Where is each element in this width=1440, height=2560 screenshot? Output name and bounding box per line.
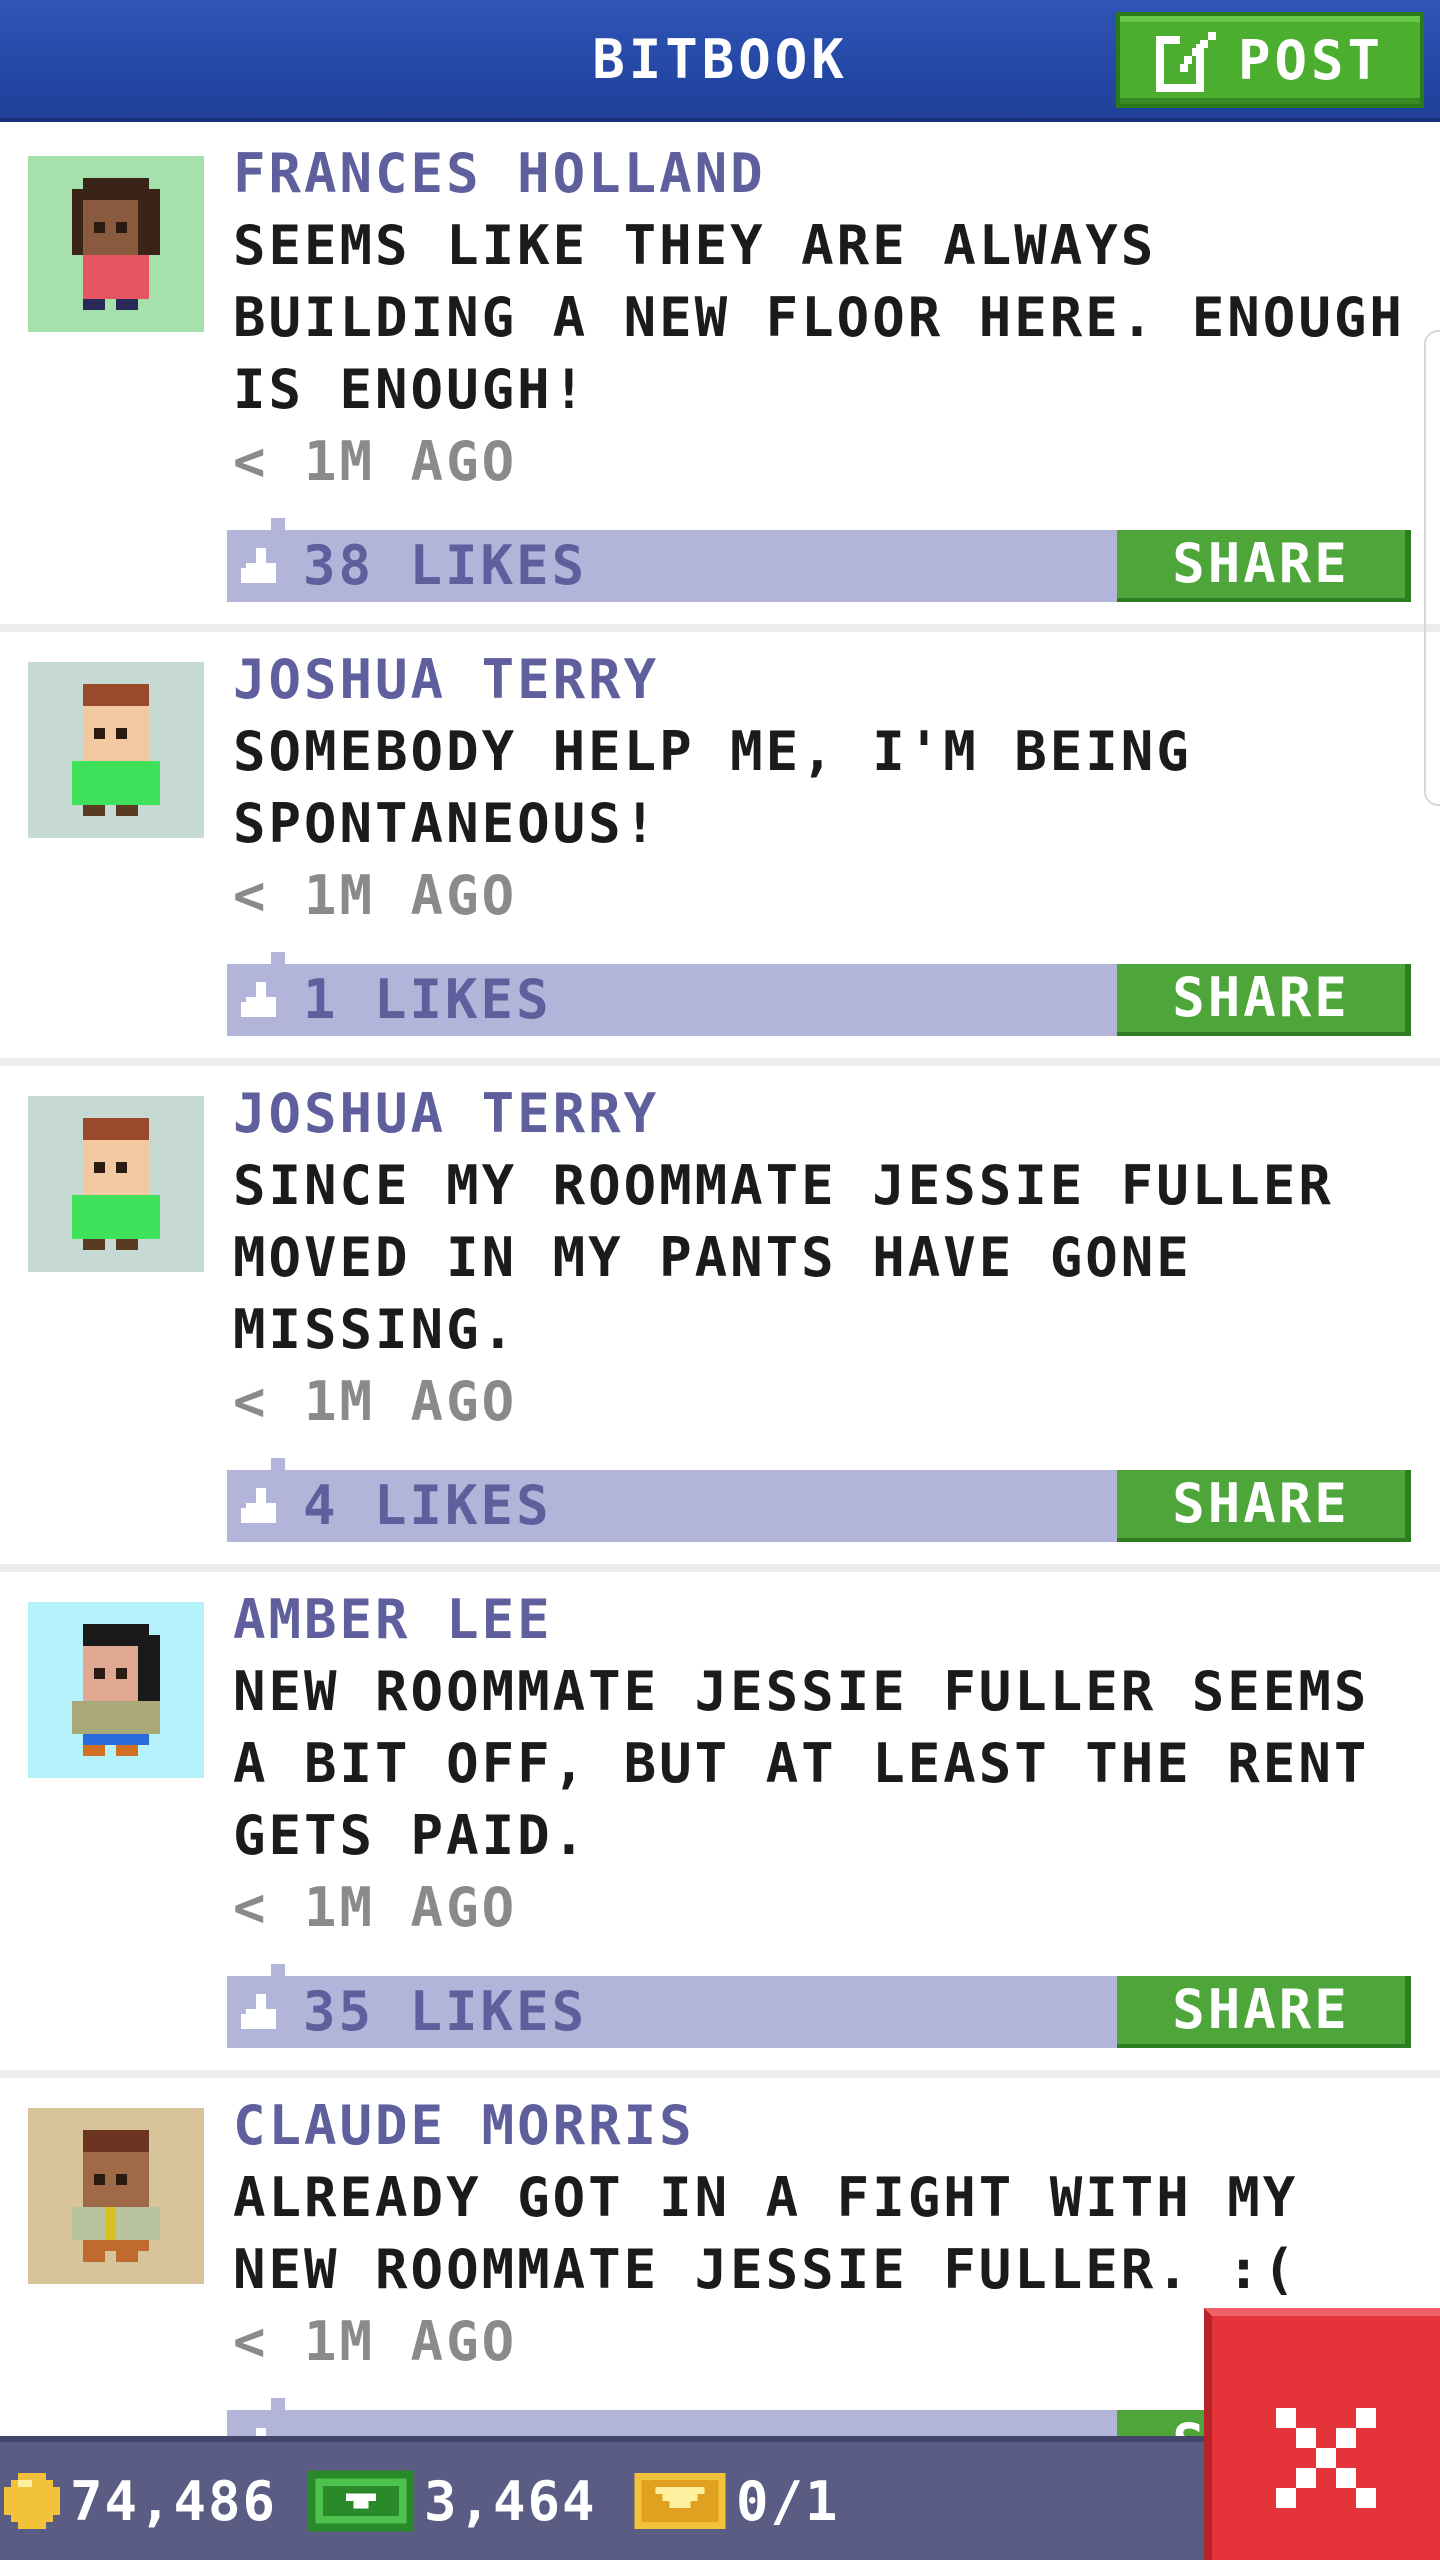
like-bar[interactable]: 4 LIKES SHARE	[227, 1458, 1411, 1542]
post-message: SEEMS LIKE THEY ARE ALWAYS BUILDING A NE…	[233, 214, 1405, 421]
tickets-stat: 0/1	[634, 2442, 840, 2560]
like-bar[interactable]: 35 LIKES SHARE	[227, 1964, 1411, 2048]
share-button[interactable]: SHARE	[1117, 530, 1411, 602]
bux-stat: 3,464	[308, 2442, 597, 2560]
likes-count: 38 LIKES	[303, 534, 588, 597]
feed-post: AMBER LEE NEW ROOMMATE JESSIE FULLER SEE…	[0, 1572, 1440, 2078]
thumbs-up-icon	[241, 982, 276, 1017]
post-author[interactable]: FRANCES HOLLAND	[233, 138, 1413, 210]
post-button-label: POST	[1237, 28, 1385, 92]
close-icon	[1276, 2408, 1376, 2508]
post-timestamp: < 1M AGO	[233, 1876, 518, 1939]
coin-icon	[4, 2473, 60, 2529]
like-bar[interactable]: 1 LIKES SHARE	[227, 952, 1411, 1036]
post-author[interactable]: CLAUDE MORRIS	[233, 2090, 1413, 2162]
avatar	[28, 662, 204, 838]
post-message: ALREADY GOT IN A FIGHT WITH MY NEW ROOMM…	[233, 2166, 1299, 2301]
post-author[interactable]: JOSHUA TERRY	[233, 644, 1413, 716]
avatar	[28, 1096, 204, 1272]
share-button[interactable]: SHARE	[1117, 1470, 1411, 1542]
share-button[interactable]: SHARE	[1117, 1976, 1411, 2048]
coins-stat: 74,486	[4, 2442, 277, 2560]
close-button[interactable]	[1204, 2308, 1440, 2560]
share-button[interactable]: SHARE	[1117, 964, 1411, 1036]
post-button[interactable]: POST	[1116, 12, 1424, 108]
thumbs-up-icon	[241, 1488, 276, 1523]
tickets-value: 0/1	[736, 2469, 840, 2533]
like-bar[interactable]: 38 LIKES SHARE	[227, 518, 1411, 602]
post-message: SOMEBODY HELP ME, I'M BEING SPONTANEOUS!	[233, 720, 1192, 855]
post-timestamp: < 1M AGO	[233, 864, 518, 927]
feed-post: JOSHUA TERRY SINCE MY ROOMMATE JESSIE FU…	[0, 1066, 1440, 1572]
bux-value: 3,464	[424, 2469, 597, 2533]
post-message: SINCE MY ROOMMATE JESSIE FULLER MOVED IN…	[233, 1154, 1334, 1361]
coins-value: 74,486	[70, 2469, 278, 2533]
avatar	[28, 2108, 204, 2284]
feed-post: FRANCES HOLLAND SEEMS LIKE THEY ARE ALWA…	[0, 126, 1440, 632]
post-timestamp: < 1M AGO	[233, 430, 518, 493]
ticket-icon	[634, 2473, 726, 2529]
news-feed[interactable]: FRANCES HOLLAND SEEMS LIKE THEY ARE ALWA…	[0, 126, 1440, 2436]
edit-icon	[1155, 32, 1216, 92]
likes-count: 35 LIKES	[303, 1980, 588, 2043]
bux-icon	[308, 2470, 414, 2532]
post-author[interactable]: JOSHUA TERRY	[233, 1078, 1413, 1150]
post-message: NEW ROOMMATE JESSIE FULLER SEEMS A BIT O…	[233, 1660, 1370, 1867]
post-timestamp: < 1M AGO	[233, 1370, 518, 1433]
likes-count: 1 LIKES	[303, 968, 552, 1031]
scrollbar[interactable]	[1424, 330, 1440, 806]
avatar	[28, 1602, 204, 1778]
thumbs-up-icon	[256, 2428, 266, 2436]
post-author[interactable]: AMBER LEE	[233, 1584, 1413, 1656]
avatar	[28, 156, 204, 332]
feed-post: JOSHUA TERRY SOMEBODY HELP ME, I'M BEING…	[0, 632, 1440, 1066]
likes-count: 4 LIKES	[303, 1474, 552, 1537]
thumbs-up-icon	[241, 548, 276, 583]
thumbs-up-icon	[241, 1994, 276, 2029]
app-header: BITBOOK POST	[0, 0, 1440, 122]
